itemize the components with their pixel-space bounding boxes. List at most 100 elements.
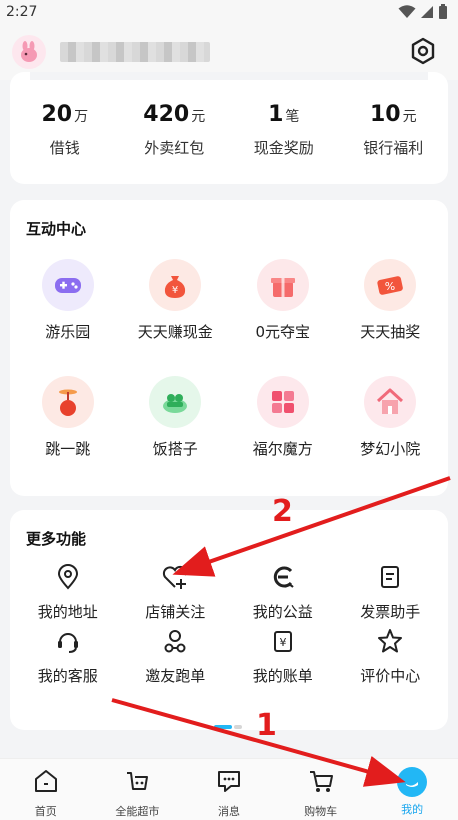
username-blurred: [60, 42, 210, 62]
bill-icon: ¥: [273, 631, 292, 652]
nav-messages[interactable]: 消息: [183, 759, 275, 820]
interaction-item-label: 0元夺宝: [255, 323, 311, 341]
avatar[interactable]: [12, 35, 46, 69]
nav-label: 购物车: [304, 805, 338, 818]
wallet-value: 10: [369, 102, 401, 127]
wallet-unit: 笔: [285, 109, 300, 125]
interaction-item-zero-treasure[interactable]: 0元夺宝: [229, 243, 337, 360]
function-invoice-helper[interactable]: 发票助手: [337, 553, 445, 621]
page-indicator-active: [214, 725, 232, 729]
interaction-item-daily-cash[interactable]: ¥ 天天赚现金: [122, 243, 230, 360]
basket-icon: [127, 772, 149, 790]
interaction-item-daily-lottery[interactable]: % 天天抽奖: [337, 243, 445, 360]
interaction-item-label: 饭搭子: [152, 440, 198, 458]
function-my-address[interactable]: 我的地址: [14, 553, 122, 621]
wallet-card-header-clipped: [30, 72, 428, 80]
wallet-label: 借钱: [49, 139, 80, 157]
interaction-item-label: 福尔魔方: [252, 440, 313, 458]
star-icon: [378, 629, 403, 653]
headset-icon: [57, 633, 78, 653]
section-title: 互动中心: [26, 220, 87, 238]
status-icons: [398, 4, 448, 20]
nav-profile[interactable]: 我的: [366, 759, 458, 820]
nav-home[interactable]: 首页: [0, 759, 92, 820]
wallet-label: 银行福利: [363, 139, 424, 157]
propeller-icon: [41, 376, 94, 428]
gamepad-icon: [41, 259, 94, 311]
people-icon: [149, 376, 202, 428]
bottom-nav: 首页 全能超市 消息 购物车 我的: [0, 758, 458, 820]
status-bar: 2:27: [0, 0, 458, 24]
wallet-value: 420: [143, 102, 190, 127]
house-icon: [364, 376, 417, 428]
wallet-unit: 元: [191, 109, 206, 125]
wallet-value: 20: [41, 102, 73, 127]
wallet-label: 现金奖励: [253, 139, 314, 157]
nav-cart[interactable]: 购物车: [275, 759, 367, 820]
home-icon: [34, 770, 57, 792]
function-label: 评价中心: [360, 667, 421, 685]
heart-plus-icon: [163, 565, 187, 589]
cube-icon: [256, 376, 309, 428]
function-review-center[interactable]: 评价中心: [337, 617, 445, 685]
cart-icon: [309, 771, 333, 792]
step-number-2: 2: [272, 494, 293, 529]
location-icon: [57, 564, 78, 590]
message-icon: [217, 771, 240, 792]
wifi-icon: [398, 5, 416, 18]
wallet-label: 外卖红包: [144, 139, 205, 157]
avatar-image: [21, 41, 37, 62]
function-my-charity[interactable]: 我的公益: [229, 553, 337, 621]
wallet-item-cash-reward[interactable]: 1笔 现金奖励: [229, 102, 339, 184]
wallet-item-loan[interactable]: 20 万 借钱: [10, 102, 120, 184]
invoice-icon: [381, 566, 400, 588]
step-number-1: 1: [256, 708, 277, 743]
interaction-item-jump[interactable]: 跳一跳: [14, 360, 122, 477]
signal-icon: [421, 6, 433, 18]
interaction-item-label: 梦幻小院: [360, 440, 421, 458]
money-bag-icon: ¥: [149, 259, 202, 311]
nav-label: 首页: [34, 805, 57, 818]
interaction-item-meal-buddy[interactable]: 饭搭子: [122, 360, 230, 477]
wallet-unit: 元: [402, 109, 417, 125]
nav-label: 我的: [401, 803, 424, 816]
nav-label: 全能超市: [115, 805, 160, 818]
svg-text:¥: ¥: [279, 636, 286, 649]
nav-supermarket[interactable]: 全能超市: [92, 759, 184, 820]
wallet-item-bank-benefit[interactable]: 10 元 银行福利: [339, 102, 449, 184]
wallet-unit: 万: [74, 109, 89, 125]
page-indicator: [214, 725, 244, 729]
wallet-item-takeout-redpacket[interactable]: 420 元 外卖红包: [120, 102, 230, 184]
page-indicator-inactive: [234, 725, 242, 729]
more-functions-card: 更多功能 我的地址 店铺关注 我的公益 发票助手 我的客服 邀友跑单 ¥ 我的账…: [10, 510, 448, 730]
function-invite-rider[interactable]: 邀友跑单: [122, 617, 230, 685]
nav-label: 消息: [217, 805, 240, 818]
interaction-center-card: 互动中心 游乐园 ¥ 天天赚现金 0元夺宝 % 天天抽奖 跳一跳 饭搭子 福尔魔…: [10, 200, 448, 496]
settings-icon[interactable]: [408, 36, 438, 66]
battery-icon: [439, 4, 447, 19]
status-time: 2:27: [6, 4, 38, 20]
function-shop-follow[interactable]: 店铺关注: [122, 553, 230, 621]
interaction-item-dream-yard[interactable]: 梦幻小院: [337, 360, 445, 477]
wallet-card: 20 万 借钱 420 元 外卖红包 1笔 现金奖励 10 元 银行福利: [10, 72, 448, 184]
section-title: 更多功能: [26, 530, 87, 548]
interaction-item-magic-cube[interactable]: 福尔魔方: [229, 360, 337, 477]
interaction-item-label: 天天抽奖: [360, 323, 421, 341]
gift-box-icon: [256, 259, 309, 311]
function-label: 我的客服: [37, 667, 98, 685]
function-label: 邀友跑单: [145, 667, 206, 685]
svg-text:¥: ¥: [172, 285, 178, 296]
function-label: 我的账单: [252, 667, 313, 685]
function-my-bill[interactable]: ¥ 我的账单: [229, 617, 337, 685]
wallet-value: 1: [268, 102, 284, 127]
svg-text:%: %: [385, 280, 395, 293]
interaction-item-label: 游乐园: [45, 323, 91, 341]
charity-icon: [273, 566, 294, 588]
coupon-icon: %: [364, 259, 417, 311]
interaction-item-playground[interactable]: 游乐园: [14, 243, 122, 360]
interaction-item-label: 跳一跳: [45, 440, 91, 458]
function-customer-service[interactable]: 我的客服: [14, 617, 122, 685]
interaction-item-label: 天天赚现金: [137, 323, 213, 341]
profile-icon: [397, 767, 428, 797]
rider-icon: [164, 630, 186, 653]
